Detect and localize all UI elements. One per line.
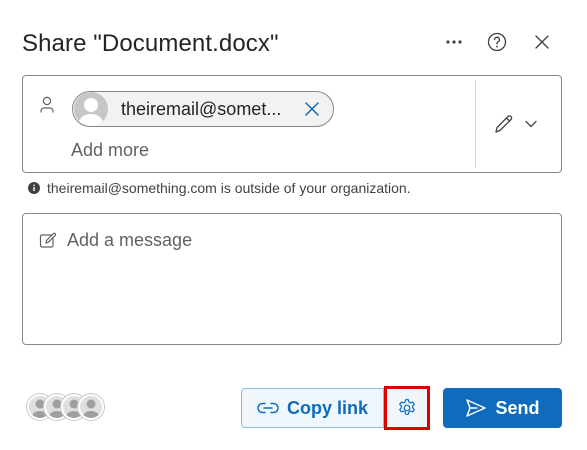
send-icon <box>466 399 487 417</box>
info-icon <box>28 182 40 194</box>
divider <box>475 80 476 168</box>
remove-recipient-icon[interactable] <box>303 100 321 118</box>
copy-link-button[interactable]: Copy link <box>241 388 384 428</box>
more-horizontal-icon <box>446 40 462 44</box>
send-button[interactable]: Send <box>443 388 562 428</box>
add-more-input[interactable]: Add more <box>71 140 149 161</box>
chevron-down-icon <box>525 120 537 128</box>
compose-icon <box>39 232 57 248</box>
external-warning: theiremail@something.com is outside of y… <box>28 180 411 196</box>
message-field[interactable]: Add a message <box>22 213 562 345</box>
close-icon <box>535 35 549 49</box>
help-circle-icon <box>487 32 507 52</box>
link-settings-button[interactable] <box>384 386 430 430</box>
more-options-button[interactable] <box>442 30 466 54</box>
copy-link-label: Copy link <box>286 397 368 418</box>
permission-dropdown[interactable] <box>493 111 549 137</box>
recipient-avatar <box>74 92 108 126</box>
avatar <box>78 394 104 420</box>
send-label: Send <box>495 397 540 418</box>
gear-icon <box>399 398 415 415</box>
recipients-field[interactable]: theiremail@somet... Add more <box>22 75 562 173</box>
dialog-title: Share "Document.docx" <box>22 30 279 57</box>
warning-text: theiremail@something.com is outside of y… <box>47 180 411 196</box>
recipient-chip[interactable]: theiremail@somet... <box>72 91 334 127</box>
shared-with-avatars[interactable] <box>27 394 117 424</box>
message-placeholder: Add a message <box>67 230 193 250</box>
close-button[interactable] <box>530 30 554 54</box>
pencil-icon <box>495 115 513 133</box>
link-icon <box>257 402 279 414</box>
recipient-email: theiremail@somet... <box>121 98 282 119</box>
person-icon <box>40 96 54 113</box>
help-button[interactable] <box>485 30 509 54</box>
